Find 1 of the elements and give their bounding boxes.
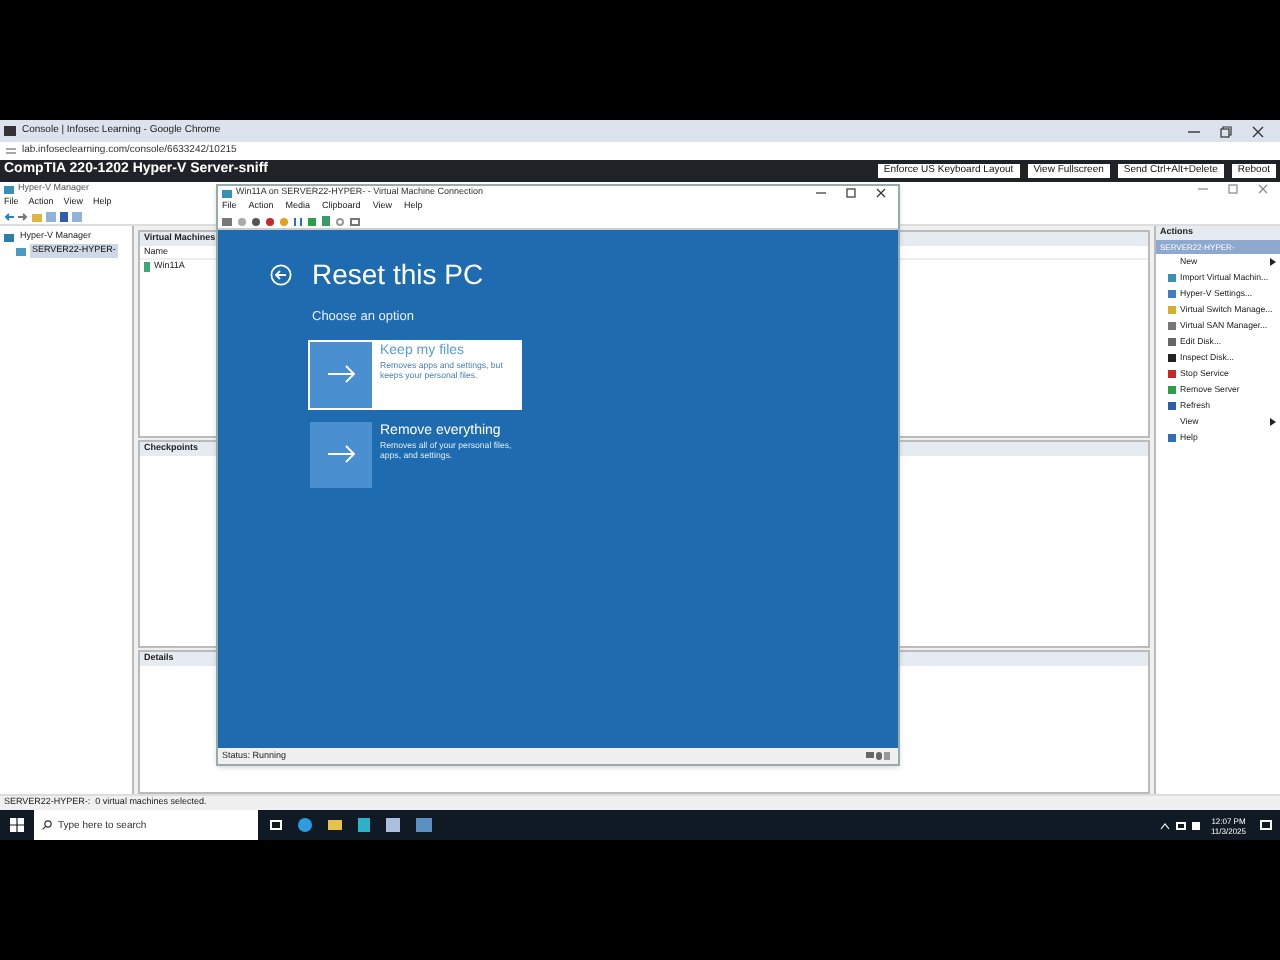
page-title: Reset this PC	[312, 256, 484, 294]
